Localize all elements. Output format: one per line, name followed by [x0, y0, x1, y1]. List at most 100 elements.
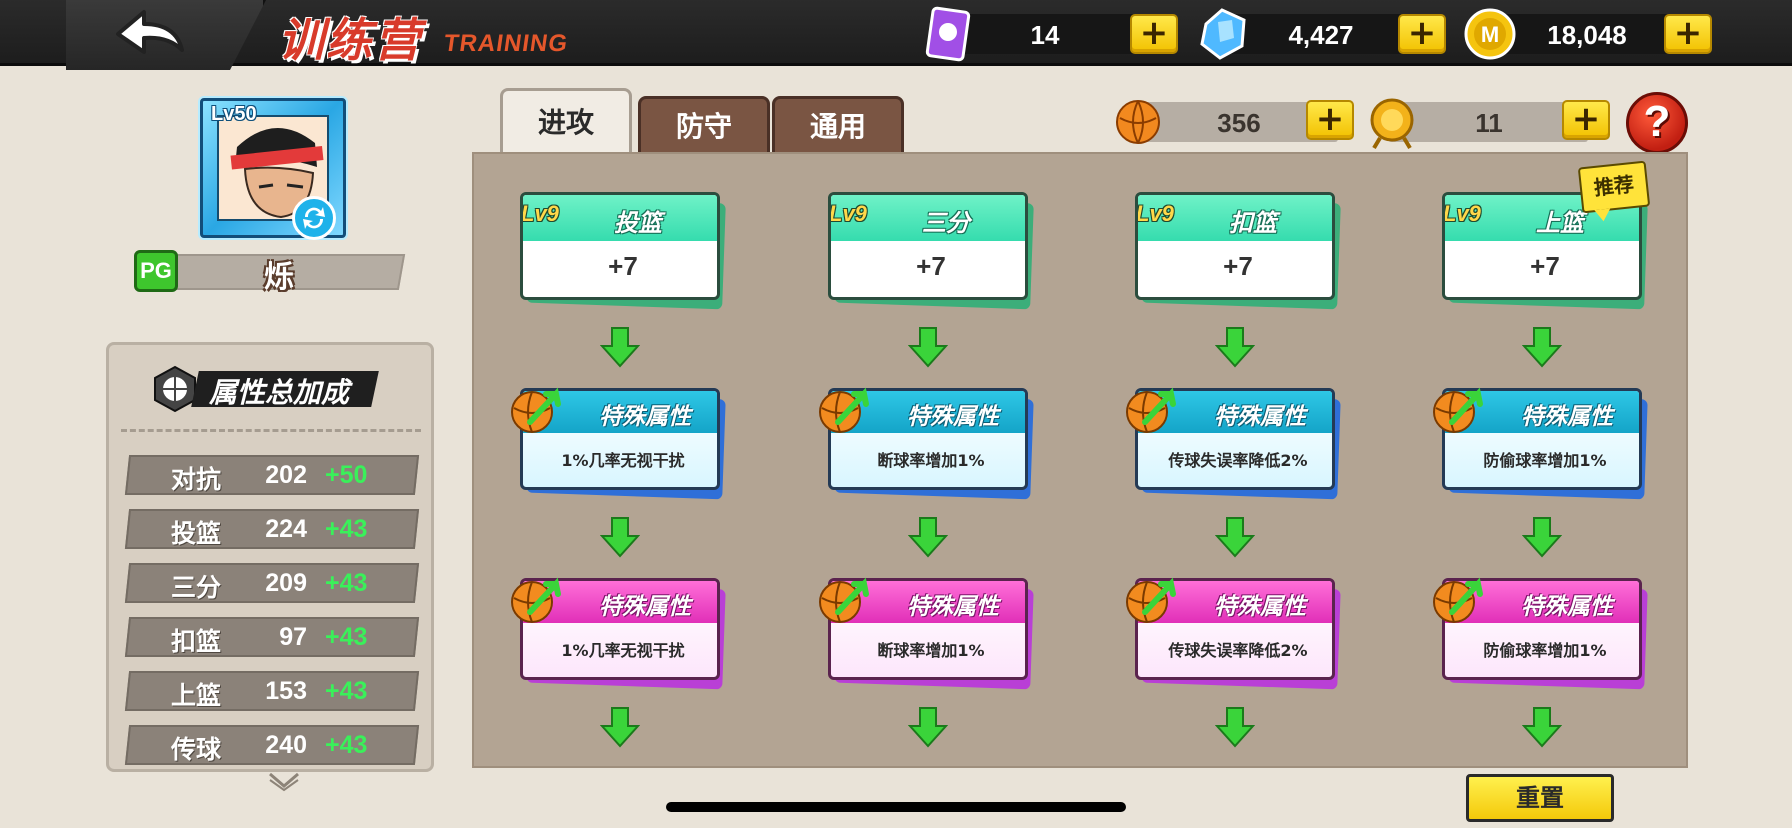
skill-amount: +7	[608, 251, 638, 281]
basketball-upgrade-icon	[1433, 387, 1483, 433]
stat-label: 扣篮	[171, 627, 222, 656]
special-desc: 防偷球率增加1%	[1483, 641, 1607, 660]
currency-medals-value: 11	[1475, 108, 1503, 138]
stat-value: 97	[279, 623, 307, 651]
page-title: 训练营	[278, 13, 422, 67]
tab-defense[interactable]: 防守	[638, 96, 770, 154]
basketball-upgrade-icon	[1126, 387, 1176, 433]
stat-value: 240	[265, 731, 307, 759]
tab-attack[interactable]: 进攻	[500, 88, 632, 154]
skill-amount: +7	[1223, 251, 1253, 281]
currency-cards-value: 14	[1030, 20, 1060, 50]
position-badge: PG	[134, 250, 178, 292]
stat-value: 202	[265, 461, 307, 489]
special-card-blue[interactable]: 特殊属性 传球失误率降低2%	[1126, 387, 1341, 500]
skill-name: 投篮	[614, 209, 662, 237]
skill-name: 扣篮	[1229, 209, 1277, 237]
down-arrow-icon	[600, 517, 640, 558]
player-name-plate: PG 烁	[134, 250, 408, 295]
stat-bonus: +43	[325, 515, 368, 543]
stat-bonus: +43	[325, 677, 368, 705]
basketball-upgrade-icon	[819, 577, 869, 623]
special-title: 特殊属性	[599, 594, 691, 620]
skill-amount: +7	[1530, 251, 1560, 281]
special-card-pink[interactable]: 特殊属性 防偷球率增加1%	[1433, 577, 1648, 690]
stat-value: 224	[265, 515, 307, 543]
skill-level: Lv9	[1136, 201, 1174, 226]
add-cards-button[interactable]: +	[1130, 14, 1178, 54]
currency-medals: 11	[1364, 98, 1588, 150]
skill-name: 三分	[922, 209, 970, 237]
special-card-blue[interactable]: 特殊属性 防偷球率增加1%	[1433, 387, 1648, 500]
back-button[interactable]	[110, 6, 194, 62]
top-bar: 训练营 TRAINING 14 + 4,427 + M 18,048 +	[0, 0, 1792, 70]
swap-player-icon[interactable]	[292, 196, 336, 240]
home-indicator[interactable]	[666, 802, 1126, 812]
skill-level: Lv9	[521, 201, 559, 226]
basketball-upgrade-icon	[1433, 577, 1483, 623]
special-title: 特殊属性	[907, 594, 999, 620]
back-arrow-icon	[116, 10, 184, 54]
purple-card-icon	[925, 6, 971, 62]
special-card-blue[interactable]: 特殊属性 断球率增加1%	[819, 387, 1034, 500]
special-card-pink[interactable]: 特殊属性 1%几率无视干扰	[511, 577, 726, 690]
add-balls-button[interactable]: +	[1306, 100, 1354, 140]
add-diamonds-button[interactable]: +	[1398, 14, 1446, 54]
svg-text:M: M	[1481, 22, 1499, 47]
currency-balls: 356	[1114, 98, 1338, 144]
skill-card-dunk[interactable]: Lv9 扣篮 +7	[1135, 192, 1341, 310]
skill-card-shooting[interactable]: Lv9 投篮 +7	[520, 192, 726, 310]
down-arrow-icon	[1215, 327, 1255, 368]
special-card-pink[interactable]: 特殊属性 断球率增加1%	[819, 577, 1034, 690]
basketball-upgrade-icon	[1126, 577, 1176, 623]
special-desc: 断球率增加1%	[877, 451, 985, 470]
gold-coin-icon: M	[1464, 8, 1516, 60]
down-arrow-icon	[908, 707, 948, 748]
down-arrow-icon	[1522, 517, 1562, 558]
currency-balls-value: 356	[1217, 108, 1261, 138]
stat-label: 三分	[171, 573, 222, 602]
special-desc: 断球率增加1%	[877, 641, 985, 660]
special-card-pink[interactable]: 特殊属性 传球失误率降低2%	[1126, 577, 1341, 690]
stat-row: 投篮 224 +43	[124, 509, 421, 549]
special-card-blue[interactable]: 特殊属性 1%几率无视干扰	[511, 387, 726, 500]
special-title: 特殊属性	[1214, 404, 1306, 430]
page-subtitle: TRAINING	[442, 30, 570, 57]
chevron-down-icon[interactable]	[266, 770, 302, 792]
stats-header: 属性总加成	[151, 365, 411, 413]
reset-button[interactable]: 重置	[1466, 774, 1614, 822]
stat-row: 三分 209 +43	[124, 563, 421, 603]
stat-bonus: +50	[325, 461, 368, 489]
special-title: 特殊属性	[907, 404, 999, 430]
down-arrow-icon	[1522, 327, 1562, 368]
special-desc: 1%几率无视干扰	[561, 641, 685, 660]
special-desc: 传球失误率降低2%	[1168, 451, 1308, 470]
stat-bonus: +43	[325, 569, 368, 597]
stat-row: 对抗 202 +50	[124, 455, 421, 495]
skill-level: Lv9	[1443, 201, 1481, 226]
skill-amount: +7	[916, 251, 946, 281]
stat-bonus: +43	[325, 623, 368, 651]
currency-diamonds-value: 4,427	[1288, 20, 1354, 50]
special-desc: 防偷球率增加1%	[1483, 451, 1607, 470]
stat-label: 投篮	[171, 519, 222, 548]
player-name: 烁	[264, 260, 294, 295]
stat-row: 传球 240 +43	[124, 725, 421, 765]
help-button[interactable]: ?	[1626, 92, 1688, 154]
add-coins-button[interactable]: +	[1664, 14, 1712, 54]
stat-value: 209	[265, 569, 307, 597]
stat-label: 传球	[171, 735, 222, 764]
basketball-upgrade-icon	[819, 387, 869, 433]
tab-general[interactable]: 通用	[772, 96, 904, 154]
down-arrow-icon	[908, 327, 948, 368]
add-medals-button[interactable]: +	[1562, 100, 1610, 140]
player-level: Lv50	[211, 103, 257, 125]
special-title: 特殊属性	[1214, 594, 1306, 620]
down-arrow-icon	[1522, 707, 1562, 748]
stat-row: 上篮 153 +43	[124, 671, 421, 711]
stat-bonus: +43	[325, 731, 368, 759]
down-arrow-icon	[1215, 517, 1255, 558]
skill-card-three-point[interactable]: Lv9 三分 +7	[828, 192, 1034, 310]
down-arrow-icon	[600, 327, 640, 368]
down-arrow-icon	[1215, 707, 1255, 748]
